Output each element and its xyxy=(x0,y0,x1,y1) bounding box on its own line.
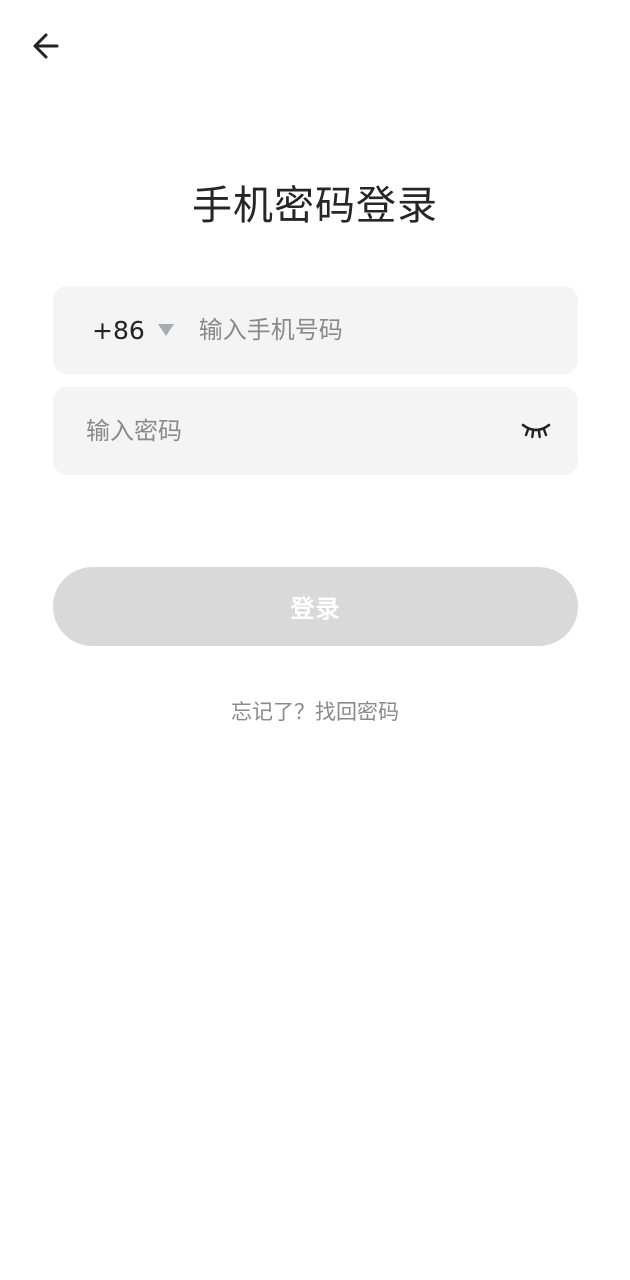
password-input[interactable] xyxy=(86,387,506,475)
phone-input[interactable] xyxy=(198,286,554,374)
recover-password-link[interactable]: 找回密码 xyxy=(315,700,399,724)
triangle-down-icon xyxy=(157,323,175,337)
login-button[interactable]: 登录 xyxy=(53,567,578,646)
eye-closed-icon xyxy=(521,423,551,439)
arrow-left-icon xyxy=(33,33,59,59)
password-visibility-toggle[interactable] xyxy=(506,401,566,461)
country-code-selector[interactable]: +86 xyxy=(92,286,175,374)
phone-field: +86 xyxy=(53,286,578,374)
password-field xyxy=(53,387,578,475)
forgot-prefix: 忘记了？ xyxy=(231,700,315,724)
page-title: 手机密码登录 xyxy=(192,183,438,229)
country-code-label: +86 xyxy=(92,315,145,345)
forgot-password-link[interactable]: 忘记了？找回密码 xyxy=(0,696,630,728)
back-button[interactable] xyxy=(24,26,68,66)
